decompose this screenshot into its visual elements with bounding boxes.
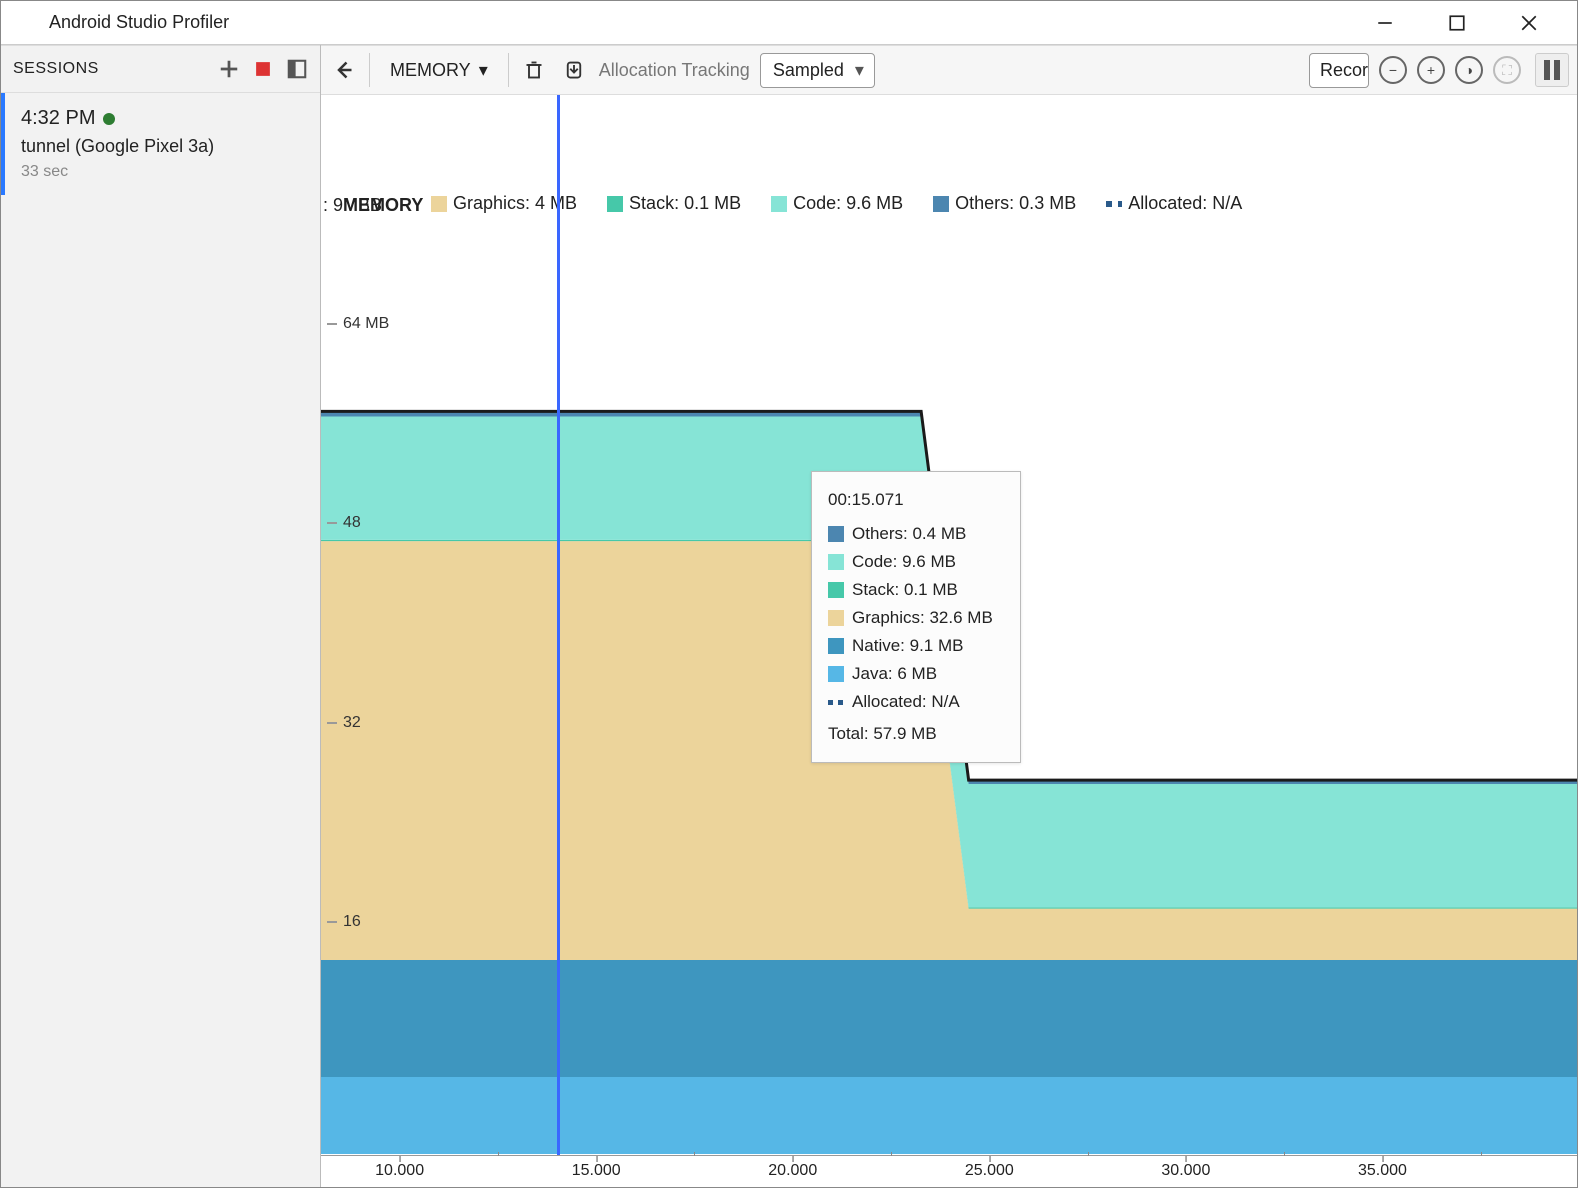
main-panel: MEMORY▾ Allocation Tracking Sampled Reco… [321, 45, 1577, 1187]
x-axis-tick: 10.000 [375, 1162, 424, 1180]
pause-button[interactable] [1535, 53, 1569, 87]
profiler-toolbar: MEMORY▾ Allocation Tracking Sampled Reco… [321, 45, 1577, 95]
tooltip-total: Total: 57.9 MB [828, 720, 1004, 748]
record-button[interactable]: Record [1309, 53, 1369, 88]
y-axis-tick: 32 [327, 714, 361, 732]
back-button[interactable] [329, 55, 359, 85]
session-time: 4:32 PM [21, 107, 304, 130]
sidebar-layout-icon[interactable] [286, 58, 308, 80]
sessions-sidebar: SESSIONS 4:32 PM tunnel (Google Pixel 3a… [1, 45, 321, 1187]
y-axis-tick: 16 [327, 913, 361, 931]
x-axis-tick: 15.000 [572, 1162, 621, 1180]
gc-button[interactable] [519, 55, 549, 85]
tooltip-row: Native: 9.1 MB [828, 632, 1004, 660]
add-session-icon[interactable] [218, 58, 240, 80]
session-entry[interactable]: 4:32 PM tunnel (Google Pixel 3a) 33 sec [1, 93, 320, 195]
tooltip-row: Allocated: N/A [828, 688, 1004, 716]
playhead[interactable] [557, 95, 560, 1155]
session-device: tunnel (Google Pixel 3a) [21, 136, 304, 157]
maximize-button[interactable] [1437, 8, 1477, 38]
x-axis: 10.000 15.000 20.000 25.000 30.000 35.000 [321, 1155, 1577, 1187]
x-axis-tick: 30.000 [1161, 1162, 1210, 1180]
zoom-fit-button[interactable]: ⛶ [1493, 56, 1521, 84]
tooltip-row: Code: 9.6 MB [828, 548, 1004, 576]
tooltip-row: Others: 0.4 MB [828, 520, 1004, 548]
tooltip-time: 00:15.071 [828, 486, 1004, 514]
session-duration: 33 sec [21, 163, 304, 181]
tooltip-row: Stack: 0.1 MB [828, 576, 1004, 604]
y-axis-tick: 64 MB [327, 315, 389, 333]
app-window: Android Studio Profiler SESSIONS 4:32 PM… [0, 0, 1578, 1188]
zoom-out-button[interactable]: − [1379, 56, 1407, 84]
close-button[interactable] [1509, 8, 1549, 38]
sidebar-header-label: SESSIONS [13, 60, 99, 78]
x-axis-tick: 20.000 [768, 1162, 817, 1180]
tracking-mode-select[interactable]: Sampled [760, 53, 875, 88]
tracking-label: Allocation Tracking [599, 60, 750, 81]
heap-dump-button[interactable] [559, 55, 589, 85]
zoom-in-button[interactable]: + [1417, 56, 1445, 84]
x-axis-tick: 35.000 [1358, 1162, 1407, 1180]
chart-tooltip: 00:15.071 Others: 0.4 MBCode: 9.6 MBStac… [811, 471, 1021, 763]
titlebar[interactable]: Android Studio Profiler [1, 1, 1577, 45]
tooltip-row: Java: 6 MB [828, 660, 1004, 688]
chevron-down-icon: ▾ [479, 60, 488, 81]
sidebar-header: SESSIONS [1, 45, 320, 93]
stop-session-icon[interactable] [252, 58, 274, 80]
memory-chart[interactable]: : 9MBB MEMORY Graphics: 4 MBStack: 0.1 M… [321, 95, 1577, 1187]
profiler-type-dropdown[interactable]: MEMORY▾ [380, 56, 498, 85]
tooltip-row: Graphics: 32.6 MB [828, 604, 1004, 632]
x-axis-tick: 25.000 [965, 1162, 1014, 1180]
minimize-button[interactable] [1365, 8, 1405, 38]
window-title: Android Studio Profiler [49, 12, 229, 33]
y-axis-tick: 48 [327, 514, 361, 532]
zoom-reset-button[interactable]: ◑ [1455, 56, 1483, 84]
recording-indicator-icon [103, 113, 115, 125]
zoom-controls: − + ◑ ⛶ [1379, 56, 1521, 84]
